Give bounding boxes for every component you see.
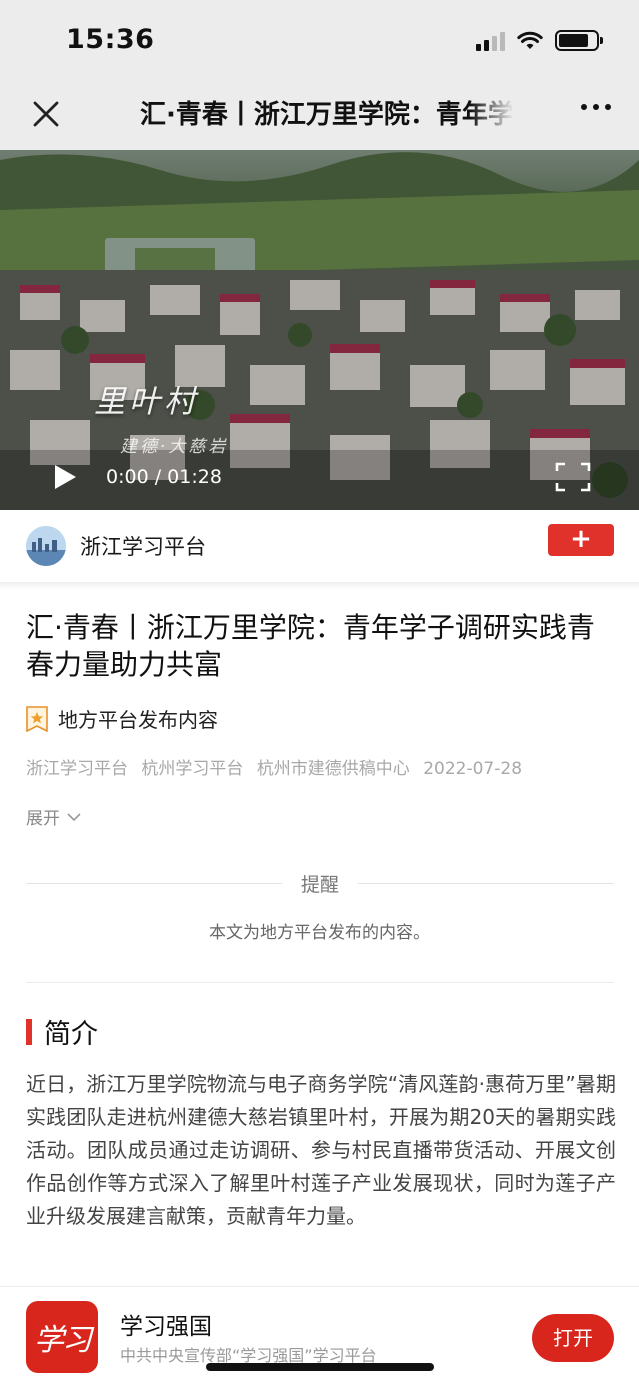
notice-label: 提醒 <box>300 874 339 896</box>
video-overlay-title: 里叶村 <box>94 384 199 420</box>
video-player[interactable]: 里叶村 建德·大慈岩 0:00 / 01:28 <box>0 150 639 510</box>
video-controls: 0:00 / 01:28 <box>0 455 639 510</box>
play-icon[interactable] <box>52 463 78 491</box>
section-title: 简介 <box>44 1019 98 1050</box>
section-heading: 简介 <box>26 1012 98 1051</box>
wifi-icon <box>517 31 543 49</box>
star-badge-icon <box>26 705 48 732</box>
status-icons <box>476 30 603 51</box>
author-name[interactable]: 浙江学习平台 <box>80 531 206 561</box>
source-tag-label: 地方平台发布内容 <box>58 708 218 732</box>
battery-icon <box>555 30 603 51</box>
source-tag: 地方平台发布内容 <box>26 704 218 733</box>
status-time: 15:36 <box>66 24 155 55</box>
author-row: 浙江学习平台 + <box>0 510 639 582</box>
nav-title: 汇·青春丨浙江万里学院：青年学子调研实践青春力量助力共富 <box>140 100 512 130</box>
notice-heading: 提醒 <box>26 870 614 896</box>
expand-toggle[interactable]: 展开 <box>26 804 82 829</box>
fullscreen-icon[interactable] <box>555 462 591 492</box>
avatar[interactable] <box>26 526 66 566</box>
close-icon[interactable] <box>28 96 64 132</box>
meta-source: 杭州学习平台 <box>141 759 244 779</box>
section-body: 近日，浙江万里学院物流与电子商务学院“清风莲韵·惠荷万里”暑期实践团队走进杭州建… <box>26 1072 616 1228</box>
article-meta: 浙江学习平台 杭州学习平台 杭州市建德供稿中心 2022-07-28 <box>26 754 530 779</box>
article-title: 汇·青春丨浙江万里学院：青年学子调研实践青春力量助力共富 <box>26 611 595 681</box>
nav-bar: 汇·青春丨浙江万里学院：青年学子调研实践青春力量助力共富 <box>0 84 639 150</box>
follow-button[interactable]: + <box>548 524 614 556</box>
home-indicator[interactable] <box>206 1363 434 1371</box>
chevron-down-icon <box>67 812 81 821</box>
more-icon[interactable] <box>581 104 611 110</box>
app-logo-text: 学习 <box>34 1323 92 1358</box>
app-logo: 学习 <box>26 1301 98 1373</box>
expand-label: 展开 <box>26 809 60 829</box>
meta-source: 浙江学习平台 <box>26 759 128 779</box>
video-time: 0:00 / 01:28 <box>106 466 222 488</box>
meta-source: 杭州市建德供稿中心 <box>256 759 410 779</box>
meta-date: 2022-07-28 <box>423 759 523 779</box>
status-bar: 15:36 <box>0 0 639 84</box>
notice-text: 本文为地方平台发布的内容。 <box>209 923 430 943</box>
cellular-signal-icon <box>476 31 505 51</box>
app-name: 学习强国 <box>120 1314 212 1340</box>
open-app-button[interactable]: 打开 <box>532 1314 614 1362</box>
video-overlay-subtitle: 建德·大慈岩 <box>120 437 229 457</box>
